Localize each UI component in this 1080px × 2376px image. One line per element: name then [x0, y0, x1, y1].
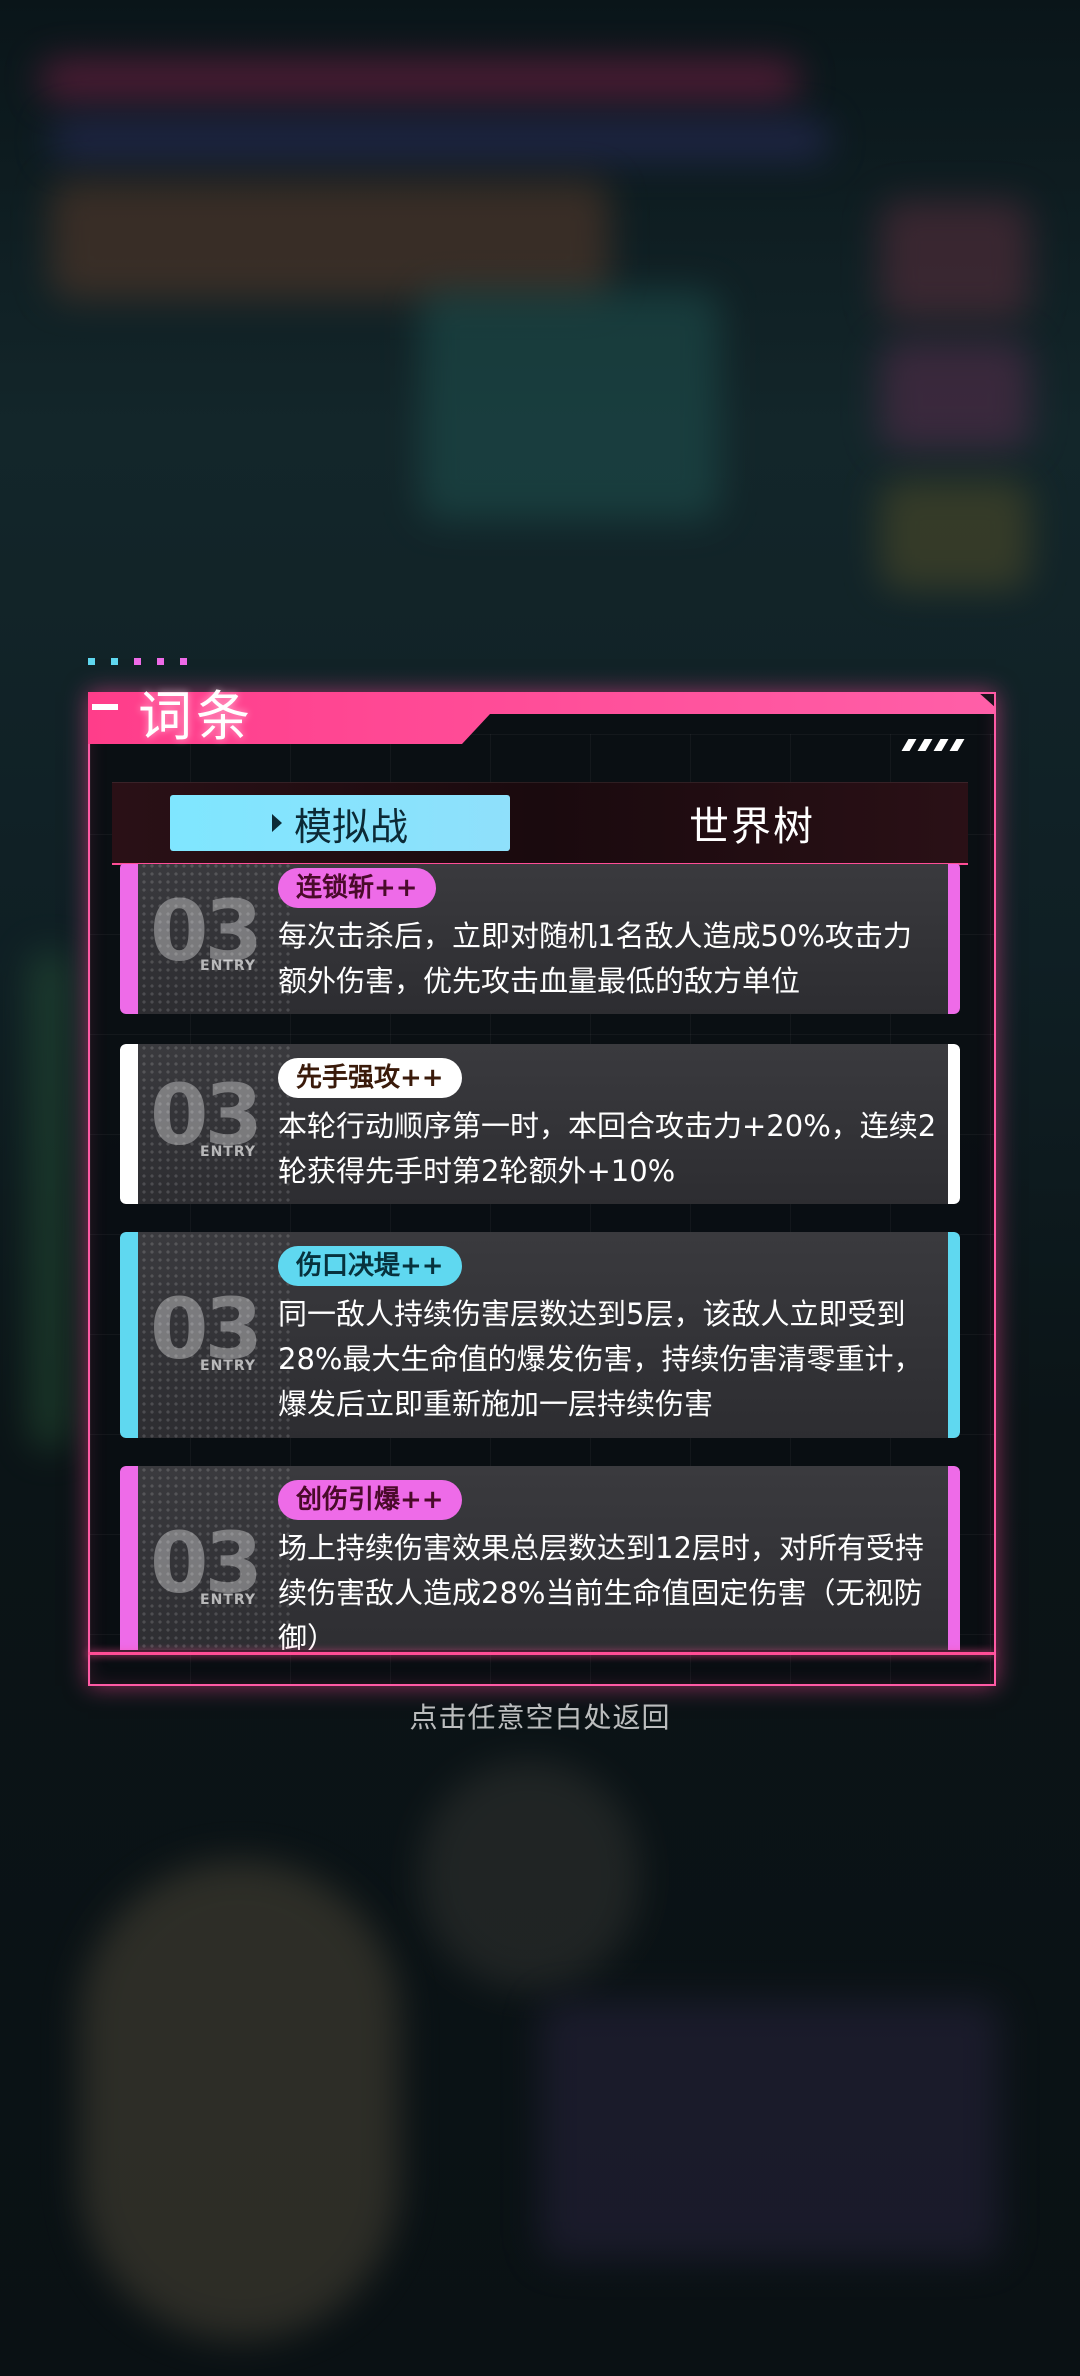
- entry-label: ENTRY: [200, 1592, 256, 1608]
- character-portrait-blur: [80, 1860, 400, 2340]
- dialog-title: 词条: [138, 685, 254, 748]
- entry-name-badge: 连锁斩++: [278, 868, 436, 908]
- entry-name-badge: 创伤引爆++: [278, 1480, 462, 1520]
- entry-card: 03 ENTRY 伤口决堤++ 同一敌人持续伤害层数达到5层，该敌人立即受到28…: [120, 1232, 960, 1438]
- entry-card: 03 ENTRY 创伤引爆++ 场上持续伤害效果总层数达到12层时，对所有受持续…: [120, 1466, 960, 1650]
- entry-accent-bar: [948, 864, 960, 1014]
- tab-bar: 模拟战 世界树: [112, 782, 968, 865]
- background-blur: [420, 1760, 640, 1990]
- entry-accent-bar: [948, 1466, 960, 1650]
- entry-accent-bar: [948, 1232, 960, 1438]
- entry-label: ENTRY: [200, 1144, 256, 1160]
- background-blur: [880, 340, 1030, 450]
- entry-accent-bar: [120, 1232, 138, 1438]
- title-dash-decor: [92, 704, 118, 710]
- entry-description: 同一敌人持续伤害层数达到5层，该敌人立即受到28%最大生命值的爆发伤害，持续伤害…: [278, 1297, 923, 1421]
- background-blur: [880, 200, 1030, 320]
- background-blur: [40, 60, 800, 100]
- tab-label: 模拟战: [293, 804, 408, 849]
- background-blur: [50, 180, 610, 300]
- background-blur: [30, 950, 70, 1450]
- entry-label: ENTRY: [200, 958, 256, 974]
- background-blur: [420, 290, 720, 520]
- entry-accent-bar: [120, 1044, 138, 1204]
- entry-label: ENTRY: [200, 1358, 256, 1374]
- entry-accent-bar: [120, 864, 138, 1014]
- entry-description: 每次击杀后，立即对随机1名敌人造成50%攻击力额外伤害，优先攻击血量最低的敌方单…: [278, 919, 912, 998]
- stripes-decor: [901, 736, 969, 755]
- tap-to-return-hint: 点击任意空白处返回: [409, 1701, 671, 1734]
- entry-description: 本轮行动顺序第一时，本回合攻击力+20%，连续2轮获得先手时第2轮额外+10%: [278, 1109, 937, 1188]
- entry-description: 场上持续伤害效果总层数达到12层时，对所有受持续伤害敌人造成28%当前生命值固定…: [278, 1531, 924, 1650]
- dialog-bottom-line: [88, 1652, 994, 1655]
- entry-card: 03 ENTRY 先手强攻++ 本轮行动顺序第一时，本回合攻击力+20%，连续2…: [120, 1044, 960, 1204]
- entry-name-badge: 先手强攻++: [278, 1058, 462, 1098]
- background-blur: [540, 2000, 1000, 2260]
- entry-card: 03 ENTRY 连锁斩++ 每次击杀后，立即对随机1名敌人造成50%攻击力额外…: [120, 864, 960, 1014]
- entry-name-badge: 伤口决堤++: [278, 1246, 462, 1286]
- title-decor-dots: [88, 650, 203, 669]
- background-blur: [880, 480, 1030, 590]
- entries-list[interactable]: 03 ENTRY 连锁斩++ 每次击杀后，立即对随机1名敌人造成50%攻击力额外…: [112, 864, 968, 1650]
- entry-accent-bar: [948, 1044, 960, 1204]
- entry-accent-bar: [120, 1466, 138, 1650]
- tab-label: 世界树: [689, 804, 815, 850]
- tab-world-tree[interactable]: 世界树: [632, 795, 872, 851]
- tab-active-arrow-icon: [271, 814, 282, 832]
- tab-simulation[interactable]: 模拟战: [170, 795, 510, 851]
- background-blur: [50, 120, 830, 160]
